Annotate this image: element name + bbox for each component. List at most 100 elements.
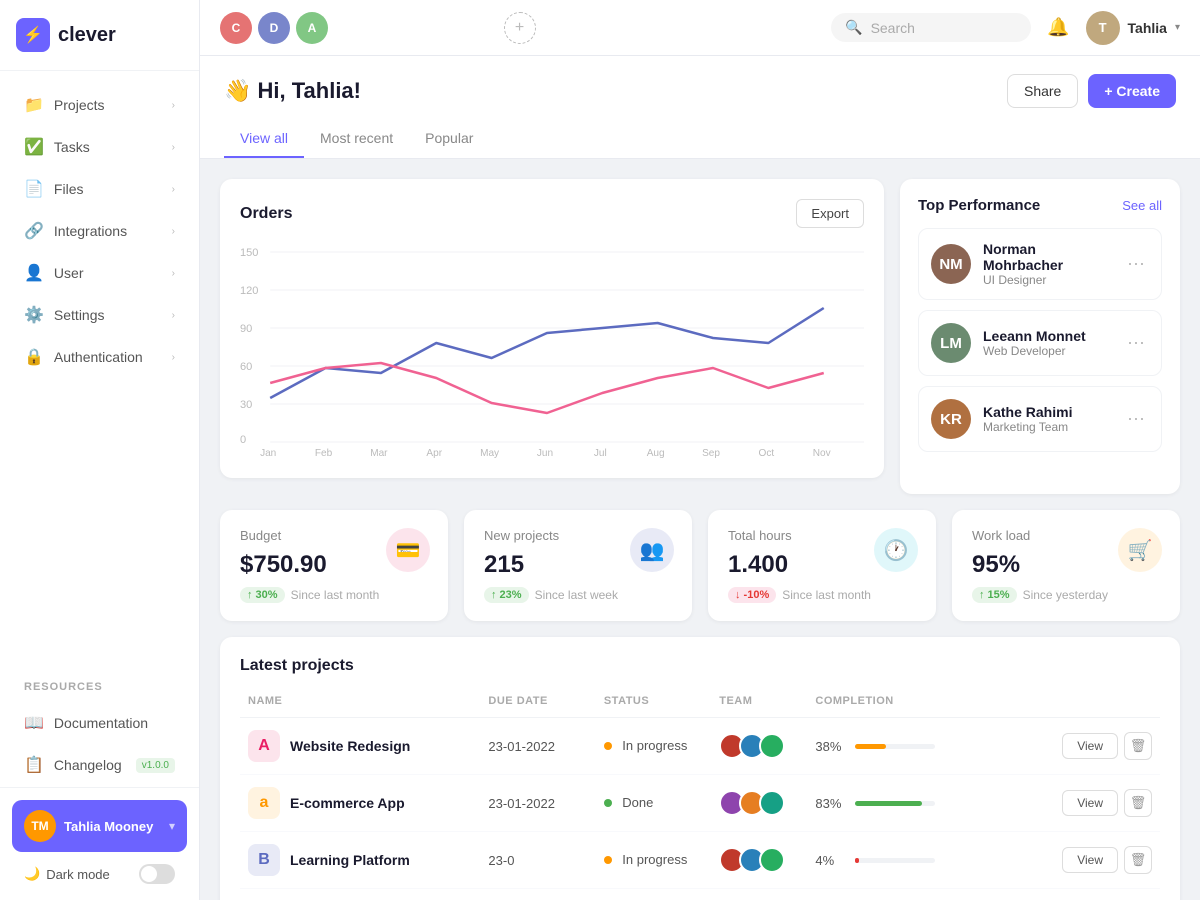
- svg-text:0: 0: [240, 434, 246, 446]
- share-button[interactable]: Share: [1007, 74, 1078, 108]
- sidebar-item-user[interactable]: 👤 User ›: [8, 253, 191, 293]
- sidebar-bottom: TM Tahlia Mooney ▾ 🌙 Dark mode: [0, 787, 199, 900]
- view-tabs: View allMost recentPopular: [224, 122, 1176, 158]
- perf-more-icon[interactable]: ⋯: [1123, 250, 1149, 279]
- resources-label: RESOURCES: [0, 665, 199, 701]
- changelog-badge: v1.0.0: [136, 758, 175, 773]
- stat-icon-new-projects: 👥: [630, 528, 674, 572]
- sidebar-item-projects[interactable]: 📁 Projects ›: [8, 85, 191, 125]
- proj-status-website-redesign: In progress: [604, 737, 719, 755]
- tab-pill-d[interactable]: D: [258, 12, 290, 44]
- delete-button-learning-platform[interactable]: 🗑: [1124, 846, 1152, 874]
- perf-name: Norman Mohrbacher: [983, 241, 1111, 273]
- logo-icon: ⚡: [16, 18, 50, 52]
- stat-icon-budget: 💳: [386, 528, 430, 572]
- topbar: CDA + 🔍 Search 🔔 T Tahlia ▾: [200, 0, 1200, 56]
- profile-chevron-icon: ▾: [1175, 22, 1180, 33]
- view-tab-most-recent[interactable]: Most recent: [304, 122, 409, 158]
- welcome-title: 👋 Hi, Tahlia!: [224, 78, 361, 104]
- proj-actions-website-redesign: View 🗑: [1056, 732, 1152, 760]
- sidebar-item-files[interactable]: 📄 Files ›: [8, 169, 191, 209]
- performance-list: NM Norman Mohrbacher UI Designer ⋯ LM Le…: [918, 228, 1162, 452]
- view-button-ecommerce-app[interactable]: View: [1062, 790, 1118, 816]
- perf-more-icon[interactable]: ⋯: [1123, 329, 1149, 358]
- search-bar[interactable]: 🔍 Search: [831, 13, 1031, 42]
- user-card[interactable]: TM Tahlia Mooney ▾: [12, 800, 187, 852]
- perf-person-leeann-monnet: LM Leeann Monnet Web Developer ⋯: [918, 310, 1162, 376]
- dashboard-grid: Orders Export 150 120 90 60 30 0: [200, 159, 1200, 900]
- delete-button-website-redesign[interactable]: 🗑: [1124, 732, 1152, 760]
- proj-actions-ecommerce-app: View 🗑: [1056, 789, 1152, 817]
- progress-fill: [855, 744, 885, 749]
- stat-card-new-projects: 👥 New projects 215 ↑ 23% Since last week: [464, 510, 692, 621]
- sidebar-label-settings: Settings: [54, 307, 105, 323]
- stats-row: 💳 Budget $750.90 ↑ 30% Since last month …: [220, 510, 1180, 621]
- orders-chart-card: Orders Export 150 120 90 60 30 0: [220, 179, 884, 478]
- sidebar-item-tasks[interactable]: ✅ Tasks ›: [8, 127, 191, 167]
- proj-icon-learning-platform: B: [248, 844, 280, 876]
- sidebar-resource-changelog[interactable]: 📋 Changelog v1.0.0: [8, 745, 191, 785]
- status-text: In progress: [622, 852, 687, 867]
- main-area: CDA + 🔍 Search 🔔 T Tahlia ▾ 👋 Hi, Tahlia…: [200, 0, 1200, 900]
- view-tab-view-all[interactable]: View all: [224, 122, 304, 158]
- user-avatar-topbar: T: [1086, 11, 1120, 45]
- resource-label-documentation: Documentation: [54, 715, 148, 731]
- perf-role: Marketing Team: [983, 420, 1111, 434]
- stat-badge-work-load: ↑ 15%: [972, 587, 1017, 603]
- proj-icon-ecommerce-app: a: [248, 787, 280, 819]
- svg-text:120: 120: [240, 285, 258, 297]
- tab-pill-a[interactable]: A: [296, 12, 328, 44]
- team-avatar-2: [759, 790, 785, 816]
- tab-pills: CDA: [220, 12, 492, 44]
- stat-badge-new-projects: ↑ 23%: [484, 587, 529, 603]
- projects-section: Latest projects NAME DUE DATE STATUS TEA…: [220, 637, 1180, 900]
- delete-button-ecommerce-app[interactable]: 🗑: [1124, 789, 1152, 817]
- dark-mode-label: 🌙 Dark mode: [24, 866, 110, 882]
- view-button-learning-platform[interactable]: View: [1062, 847, 1118, 873]
- th-completion: COMPLETION: [815, 695, 1055, 707]
- user-profile-name: Tahlia: [1128, 20, 1167, 36]
- top-performance-card: Top Performance See all NM Norman Mohrba…: [900, 179, 1180, 494]
- export-button[interactable]: Export: [796, 199, 864, 228]
- perf-info: Norman Mohrbacher UI Designer: [983, 241, 1111, 287]
- sidebar-item-authentication[interactable]: 🔒 Authentication ›: [8, 337, 191, 377]
- svg-text:Apr: Apr: [426, 448, 442, 458]
- user-card-chevron-icon: ▾: [169, 819, 175, 833]
- proj-team-learning-platform: [719, 847, 815, 873]
- status-text: In progress: [622, 738, 687, 753]
- stat-badge-total-hours: ↓ -10%: [728, 587, 776, 603]
- dark-mode-toggle[interactable]: [139, 864, 175, 884]
- proj-name-website-redesign: A Website Redesign: [248, 730, 488, 762]
- sidebar-resource-documentation[interactable]: 📖 Documentation: [8, 703, 191, 743]
- svg-text:Jan: Jan: [260, 448, 276, 458]
- svg-text:May: May: [480, 448, 499, 458]
- view-button-website-redesign[interactable]: View: [1062, 733, 1118, 759]
- svg-text:150: 150: [240, 247, 258, 259]
- svg-text:Jul: Jul: [594, 448, 607, 458]
- comp-pct: 38%: [815, 739, 847, 754]
- proj-status-ecommerce-app: Done: [604, 794, 719, 812]
- sidebar-nav: 📁 Projects › ✅ Tasks › 📄 Files › 🔗 Integ…: [0, 71, 199, 665]
- create-button[interactable]: + Create: [1088, 74, 1176, 108]
- perf-name: Kathe Rahimi: [983, 404, 1111, 420]
- notification-icon[interactable]: 🔔: [1043, 13, 1073, 42]
- add-tab-button[interactable]: +: [504, 12, 536, 44]
- stat-change-total-hours: ↓ -10% Since last month: [728, 587, 916, 603]
- see-all-link[interactable]: See all: [1122, 198, 1162, 213]
- project-row-website-redesign: A Website Redesign 23-01-2022 In progres…: [240, 718, 1160, 775]
- user-profile[interactable]: T Tahlia ▾: [1086, 11, 1180, 45]
- perf-role: UI Designer: [983, 273, 1111, 287]
- perf-more-icon[interactable]: ⋯: [1123, 405, 1149, 434]
- sidebar-item-settings[interactable]: ⚙️ Settings ›: [8, 295, 191, 335]
- perf-role: Web Developer: [983, 344, 1111, 358]
- project-row-learning-platform: B Learning Platform 23-0 In progress 4% …: [240, 832, 1160, 889]
- view-tab-popular[interactable]: Popular: [409, 122, 489, 158]
- sidebar-item-integrations[interactable]: 🔗 Integrations ›: [8, 211, 191, 251]
- perf-title: Top Performance: [918, 197, 1040, 214]
- status-dot: [604, 799, 612, 807]
- stat-change-budget: ↑ 30% Since last month: [240, 587, 428, 603]
- stat-card-work-load: 🛒 Work load 95% ↑ 15% Since yesterday: [952, 510, 1180, 621]
- status-dot: [604, 856, 612, 864]
- user-name-sidebar: Tahlia Mooney: [64, 819, 161, 834]
- tab-pill-c[interactable]: C: [220, 12, 252, 44]
